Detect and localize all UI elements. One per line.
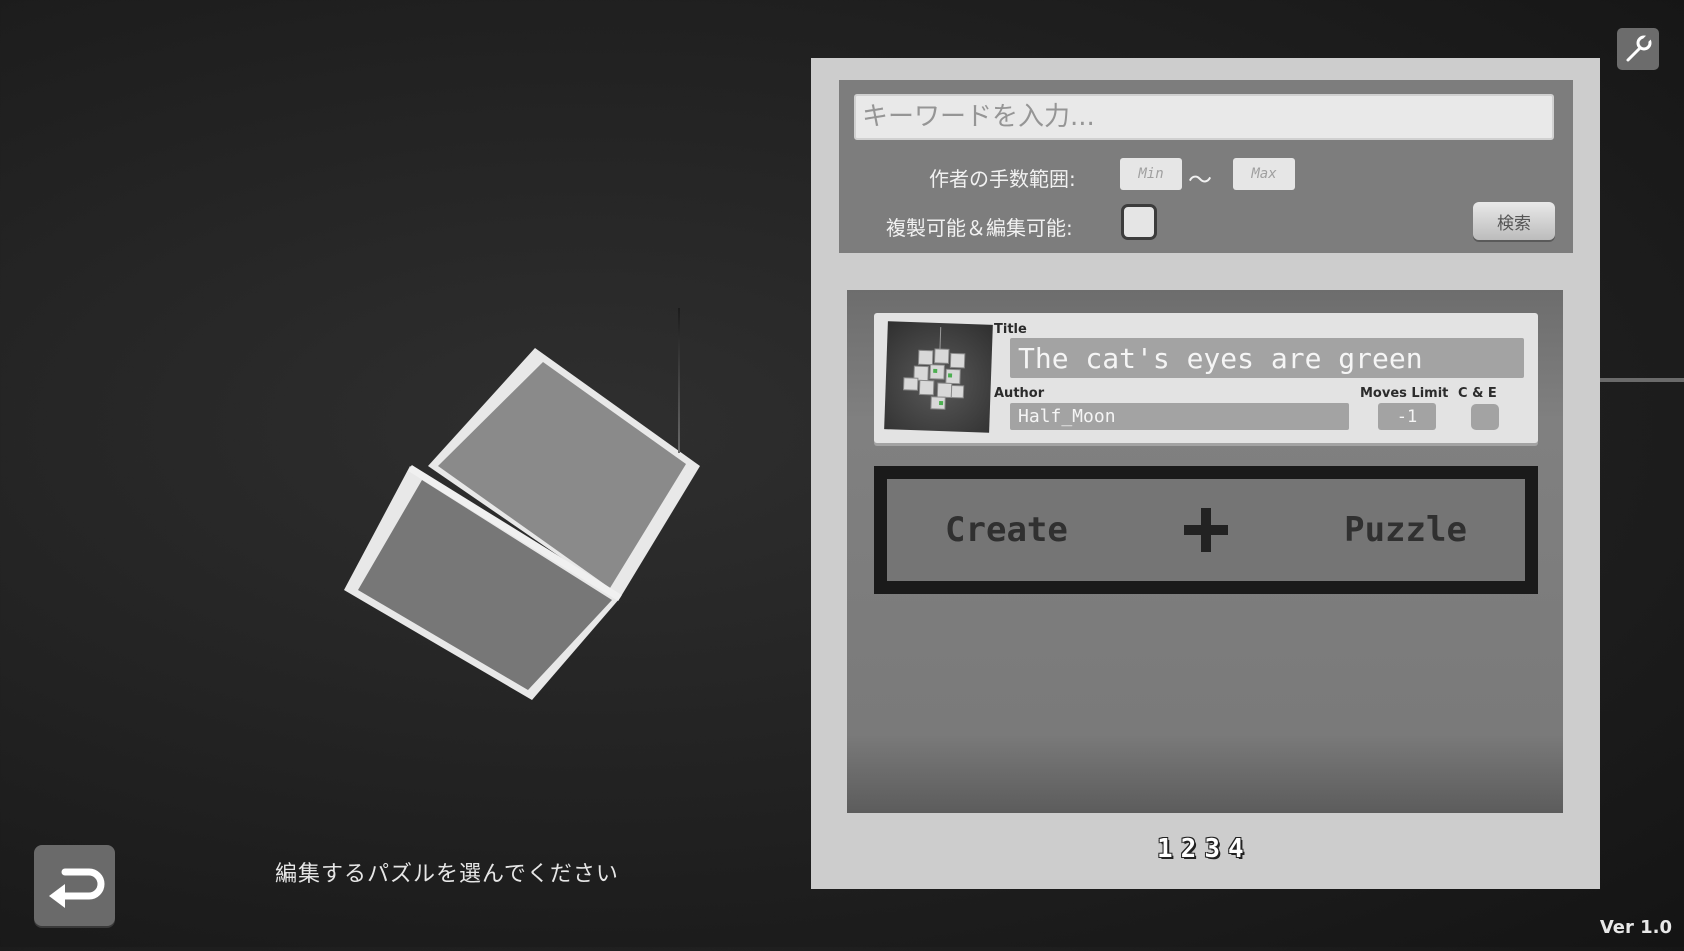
plus-icon <box>1183 508 1228 552</box>
puzzle-list[interactable]: Title The cat's eyes are green Author Ha… <box>847 290 1563 813</box>
divider-line <box>1598 378 1684 382</box>
pagination: 1 2 3 4 <box>1157 834 1244 864</box>
puzzle-browser-panel: 作者の手数範囲: ～ 複製可能＆編集可能: 検索 <box>811 58 1600 889</box>
page-4-link[interactable]: 4 <box>1228 834 1244 864</box>
author-label: Author <box>994 386 1045 401</box>
title-label: Title <box>994 322 1027 337</box>
max-moves-input[interactable] <box>1233 158 1295 190</box>
create-puzzle-button[interactable]: Create Puzzle <box>874 466 1538 594</box>
return-arrow-icon <box>48 868 104 908</box>
clone-edit-label: 複製可能＆編集可能: <box>886 216 1073 240</box>
back-button[interactable] <box>34 845 115 926</box>
ce-label: C & E <box>1458 386 1497 401</box>
search-section: 作者の手数範囲: ～ 複製可能＆編集可能: 検索 <box>839 80 1573 253</box>
create-label: Create <box>945 510 1068 550</box>
version-label: Ver 1.0 <box>1599 917 1672 938</box>
settings-button[interactable] <box>1617 28 1659 70</box>
page-2-link[interactable]: 2 <box>1181 834 1197 864</box>
puzzle-author: Half_Moon <box>1010 403 1349 430</box>
page-3-link[interactable]: 3 <box>1204 834 1220 864</box>
page-1-link[interactable]: 1 <box>1157 834 1173 864</box>
keyword-input[interactable] <box>854 94 1554 140</box>
puzzle-preview-scene <box>0 0 800 947</box>
instruction-text: 編集するパズルを選んでください <box>275 862 619 887</box>
create-puzzle-inner: Create Puzzle <box>887 479 1525 581</box>
puzzle-label: Puzzle <box>1344 510 1467 550</box>
wrench-icon <box>1626 35 1652 62</box>
moves-limit-label: Moves Limit <box>1360 386 1449 401</box>
hanging-line <box>678 308 680 453</box>
range-separator: ～ <box>1188 166 1212 194</box>
puzzle-title: The cat's eyes are green <box>1010 338 1524 378</box>
move-range-label: 作者の手数範囲: <box>929 167 1076 191</box>
search-button[interactable]: 検索 <box>1473 202 1555 240</box>
puzzle-card[interactable]: Title The cat's eyes are green Author Ha… <box>874 313 1538 443</box>
cube-model <box>344 348 700 700</box>
moves-limit-value: -1 <box>1378 403 1436 430</box>
puzzle-thumbnail <box>884 321 993 433</box>
ce-indicator <box>1471 404 1499 430</box>
min-moves-input[interactable] <box>1120 158 1182 190</box>
clone-edit-checkbox[interactable] <box>1121 204 1157 240</box>
